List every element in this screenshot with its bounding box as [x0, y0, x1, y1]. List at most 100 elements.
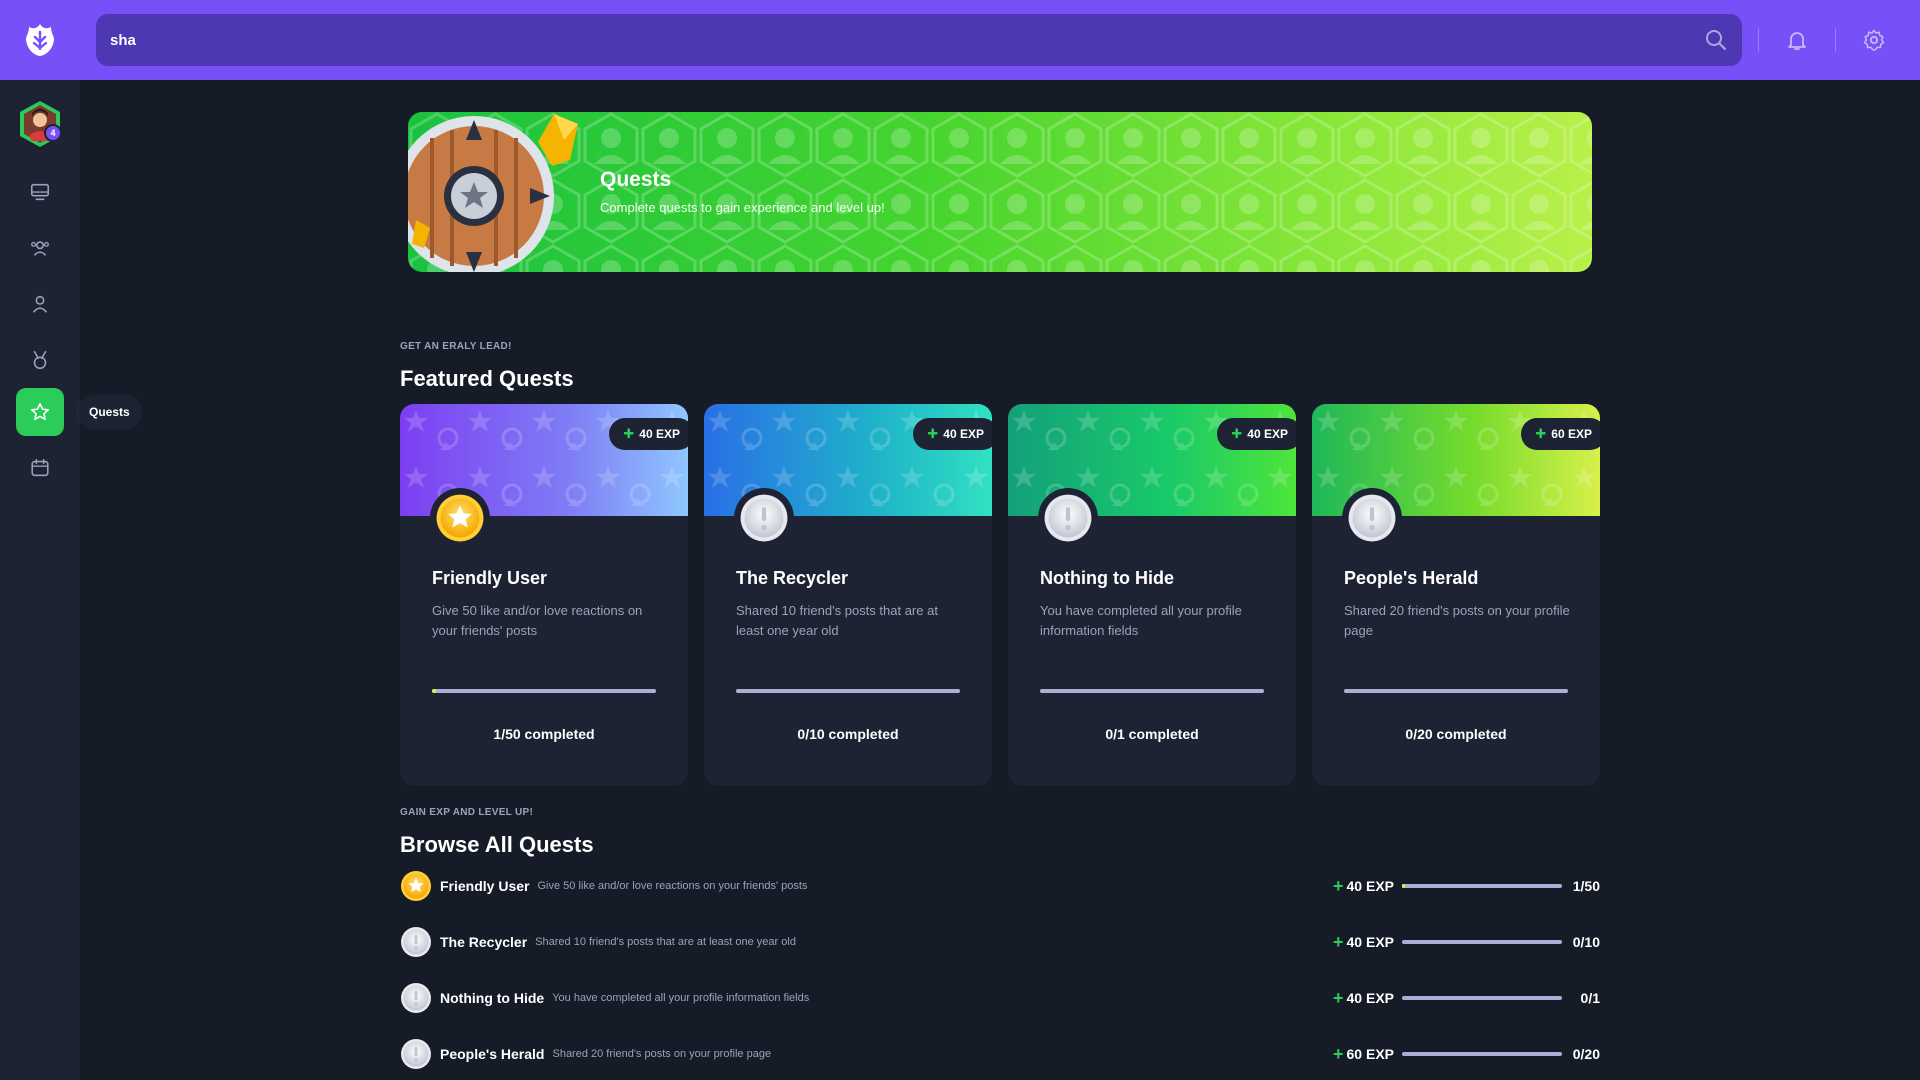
exp-label: 40 EXP: [1346, 990, 1394, 1006]
silver-medal-icon: [400, 926, 432, 958]
quest-description: Give 50 like and/or love reactions on yo…: [432, 603, 643, 638]
browse-pretitle: GAIN EXP AND LEVEL UP!: [400, 807, 534, 818]
search-input[interactable]: sha: [110, 32, 1704, 49]
sidebar-tooltip: Quests: [78, 396, 141, 428]
quest-row-exp: + 40 EXP: [1333, 932, 1394, 952]
quest-row[interactable]: Friendly User Give 50 like and/or love r…: [400, 868, 1600, 904]
search-bar[interactable]: sha: [96, 14, 1742, 66]
gold-medal-icon: [400, 870, 432, 902]
plus-icon: ✚: [1535, 426, 1547, 441]
browse-title: Browse All Quests: [400, 832, 594, 857]
quest-row-title: People's Herald: [440, 1046, 545, 1062]
star-icon: [30, 402, 50, 421]
quest-row-title: Nothing to Hide: [440, 990, 545, 1006]
banner-subtitle: Complete quests to gain experience and l…: [600, 200, 885, 215]
quest-row-progress-bar: [1402, 1052, 1562, 1056]
level-badge: 4: [44, 124, 62, 142]
exp-tag: ✚ 40 EXP: [913, 418, 992, 450]
exp-label: 40 EXP: [1247, 427, 1288, 441]
quest-description: You have completed all your profile info…: [1040, 603, 1242, 638]
quest-title: Friendly User: [432, 568, 548, 588]
sidebar-item-newsfeed[interactable]: [16, 168, 64, 216]
quest-card[interactable]: ✚ 40 EXP Friendly User Give 50 like and/…: [400, 404, 688, 786]
sidebar-item-events[interactable]: [16, 444, 64, 492]
exp-label: 40 EXP: [1346, 934, 1394, 950]
shield-icon: [408, 114, 578, 272]
quests-banner: Quests Complete quests to gain experienc…: [408, 112, 1592, 272]
logo-icon[interactable]: [0, 0, 80, 80]
quest-row-description: You have completed all your profile info…: [552, 992, 810, 1004]
divider: [1835, 28, 1836, 52]
quest-description: Shared 20 friend's posts on your profile…: [1344, 603, 1570, 638]
quest-row[interactable]: Nothing to Hide You have completed all y…: [400, 980, 1600, 1016]
quest-row-count: 1/50: [1572, 878, 1600, 894]
exp-label: 40 EXP: [1346, 878, 1394, 894]
quest-row-progress: + 40 EXP 1/50: [1333, 868, 1600, 904]
sidebar-item-badges[interactable]: [16, 336, 64, 384]
bell-icon[interactable]: [1785, 28, 1809, 52]
silver-medal-icon: [400, 982, 432, 1014]
gold-medal-icon: [430, 488, 490, 548]
featured-pretitle: GET AN ERALY LEAD!: [400, 341, 512, 352]
user-icon: [32, 295, 48, 313]
plus-icon: ✚: [1231, 426, 1243, 441]
quest-row-exp: + 40 EXP: [1333, 989, 1394, 1007]
quest-progress-bar: [736, 689, 960, 693]
quest-row-count: 0/10: [1572, 934, 1600, 950]
quest-row[interactable]: People's Herald Shared 20 friend's posts…: [400, 1036, 1600, 1072]
quest-card[interactable]: ✚ 60 EXP People's Herald Shared 20 frien…: [1312, 404, 1600, 786]
quest-row-exp: + 40 EXP: [1333, 876, 1394, 896]
divider: [1758, 28, 1759, 52]
sidebar-item-friends[interactable]: [16, 224, 64, 272]
silver-medal-icon: [1038, 488, 1098, 548]
exp-label: 60 EXP: [1346, 1046, 1394, 1062]
top-bar: sha: [0, 0, 1920, 80]
plus-icon: +: [1333, 932, 1344, 952]
quest-progress-bar: [1040, 689, 1264, 693]
quest-card[interactable]: ✚ 40 EXP Nothing to Hide You have comple…: [1008, 404, 1296, 786]
silver-medal-icon: [1342, 488, 1402, 548]
quest-progress-bar: [1344, 689, 1568, 693]
exp-tag: ✚ 40 EXP: [1217, 418, 1296, 450]
quest-status: 0/10 completed: [797, 726, 899, 742]
quest-title: The Recycler: [736, 568, 849, 588]
sidebar-item-profile[interactable]: [16, 280, 64, 328]
banner-title: Quests: [600, 168, 672, 191]
quest-row-progress: + 60 EXP 0/20: [1333, 1036, 1600, 1072]
quest-title: Nothing to Hide: [1040, 568, 1174, 588]
quest-row-title: Friendly User: [440, 878, 530, 894]
sidebar-item-quests[interactable]: [16, 388, 64, 436]
calendar-icon: [31, 458, 49, 477]
search-icon[interactable]: [1704, 28, 1728, 52]
plus-icon: +: [1333, 1044, 1344, 1064]
group-icon: [31, 241, 49, 256]
quest-row-progress-bar: [1402, 940, 1562, 944]
exp-tag: ✚ 40 EXP: [609, 418, 688, 450]
exp-tag: ✚ 60 EXP: [1521, 418, 1600, 450]
plus-icon: ✚: [927, 426, 939, 441]
quest-status: 0/20 completed: [1405, 726, 1507, 742]
monitor-icon: [30, 183, 50, 201]
quest-row-progress: + 40 EXP 0/10: [1333, 924, 1600, 960]
quest-row-count: 0/1: [1580, 990, 1600, 1006]
quest-row-title: The Recycler: [440, 934, 528, 950]
quest-row-description: Shared 20 friend's posts on your profile…: [552, 1048, 772, 1060]
exp-label: 60 EXP: [1551, 427, 1592, 441]
exp-label: 40 EXP: [943, 427, 984, 441]
plus-icon: ✚: [623, 426, 635, 441]
quest-progress-bar: [432, 689, 656, 693]
exp-label: 40 EXP: [639, 427, 680, 441]
quest-status: 1/50 completed: [493, 726, 595, 742]
quest-row[interactable]: The Recycler Shared 10 friend's posts th…: [400, 924, 1600, 960]
quest-row-progress-bar: [1402, 996, 1562, 1000]
quest-title: People's Herald: [1344, 568, 1479, 588]
quest-progress-fill: [432, 689, 437, 693]
quest-card[interactable]: ✚ 40 EXP The Recycler Shared 10 friend's…: [704, 404, 992, 786]
quest-row-progress-fill: [1402, 884, 1406, 888]
gear-icon[interactable]: [1862, 28, 1886, 52]
quest-description: Shared 10 friend's posts that are at lea…: [736, 603, 938, 638]
quest-row-count: 0/20: [1572, 1046, 1600, 1062]
plus-icon: +: [1333, 876, 1344, 896]
quest-status: 0/1 completed: [1105, 726, 1199, 742]
medal-icon: [33, 350, 47, 370]
